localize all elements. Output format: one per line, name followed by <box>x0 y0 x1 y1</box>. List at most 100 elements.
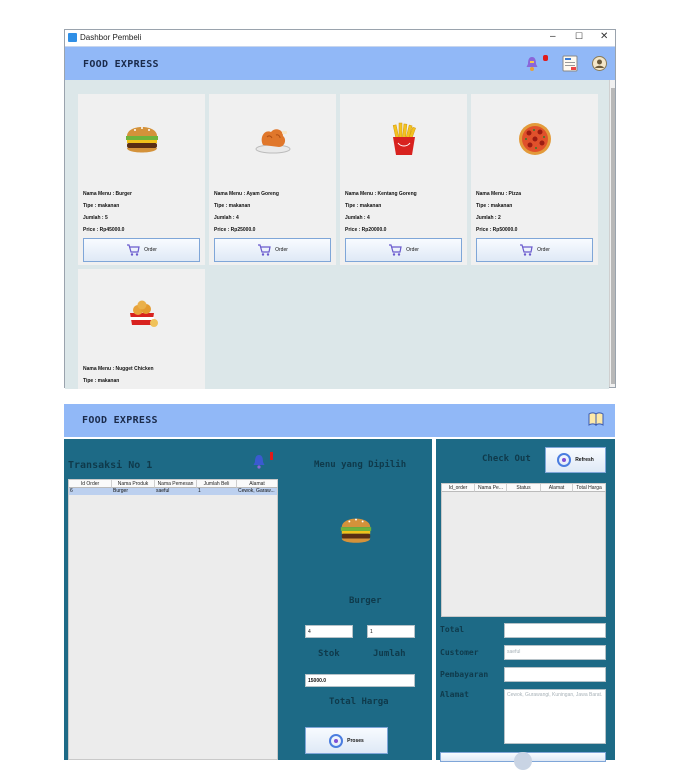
vertical-scrollbar[interactable] <box>609 80 615 387</box>
table-cell: 1 <box>198 488 201 494</box>
card-name: Nama Menu : Ayam Goreng <box>214 191 279 197</box>
window-title: Dashbor Pembeli <box>80 33 142 42</box>
column-header[interactable]: Status <box>507 484 541 492</box>
notification-badge <box>543 55 548 61</box>
alamat-field[interactable]: Cewok, Gurawangi, Kuningan, Jawa Barat. <box>504 689 606 744</box>
column-header[interactable]: Id Order <box>69 480 112 488</box>
selected-menu-name: Burger <box>349 596 382 606</box>
nuggets-image <box>78 269 205 359</box>
checkout-panel: Check Out Refresh Id_order Nama Pe... St… <box>436 439 615 770</box>
notification-bell-icon[interactable] <box>252 454 266 469</box>
menu-card-pizza: Nama Menu : Pizza Tipe : makanan Jumlah … <box>471 94 598 265</box>
cart-icon <box>257 244 271 256</box>
cart-icon <box>519 244 533 256</box>
column-header[interactable]: Alamat <box>541 484 573 492</box>
column-header[interactable]: Nama Pe... <box>475 484 507 492</box>
burger-image <box>338 512 374 548</box>
card-tipe: Tipe : makanan <box>476 203 513 209</box>
order-window: FOOD EXPRESS Transaksi No 1 Id Order Nam… <box>64 404 615 770</box>
transaksi-table[interactable]: Id Order Nama Produk Nama Pemesan Jumlah… <box>68 479 278 760</box>
card-name: Nama Menu : Kentang Goreng <box>345 191 417 197</box>
process-icon <box>329 733 344 748</box>
column-header[interactable]: Nama Produk <box>112 480 155 488</box>
app-header: FOOD EXPRESS <box>64 404 615 437</box>
menu-title: Menu yang Dipilih <box>314 460 407 470</box>
order-label: Order <box>275 247 288 253</box>
card-jumlah: Jumlah : 4 <box>345 215 370 221</box>
fried-chicken-image <box>209 94 336 184</box>
burger-image <box>78 94 205 184</box>
card-tipe: Tipe : makanan <box>83 378 120 384</box>
french-fries-image <box>340 94 467 184</box>
close-button[interactable]: ✕ <box>600 31 608 42</box>
card-name: Nama Menu : Nugget Chicken <box>83 366 154 372</box>
column-header[interactable]: Jumlah Beli <box>197 480 237 488</box>
notification-bell-icon[interactable] <box>525 56 539 72</box>
card-price: Price : Rp45000.0 <box>83 227 125 233</box>
checkout-icon <box>514 752 532 770</box>
card-jumlah: Jumlah : 5 <box>83 215 108 221</box>
dashboard-window: Dashbor Pembeli – ☐ ✕ FOOD EXPRESS Nama … <box>64 29 616 389</box>
proses-button[interactable]: Proses <box>305 727 388 754</box>
stok-label: Stok <box>318 649 340 659</box>
column-header[interactable]: Nama Pemesan <box>155 480 197 488</box>
order-button[interactable]: Order <box>345 238 462 262</box>
order-button[interactable]: Order <box>83 238 200 262</box>
brand-title: FOOD EXPRESS <box>82 415 158 426</box>
menu-card-nugget-chicken: Nama Menu : Nugget Chicken Tipe : makana… <box>78 269 205 389</box>
card-name: Nama Menu : Burger <box>83 191 132 197</box>
transaksi-panel: Transaksi No 1 Id Order Nama Produk Nama… <box>64 439 282 760</box>
selected-menu-panel: Menu yang Dipilih Burger 4 1 Stok Jumlah… <box>282 439 432 760</box>
book-icon[interactable] <box>588 412 604 427</box>
scrollbar-thumb[interactable] <box>611 88 615 384</box>
card-price: Price : Rp50000.0 <box>476 227 518 233</box>
table-cell: Burger <box>113 488 129 494</box>
order-button[interactable]: Order <box>476 238 593 262</box>
brand-title: FOOD EXPRESS <box>83 59 159 70</box>
checkout-title: Check Out <box>482 454 531 464</box>
card-tipe: Tipe : makanan <box>214 203 251 209</box>
total-field[interactable] <box>504 623 606 638</box>
card-jumlah: Jumlah : 2 <box>476 215 501 221</box>
checkout-table[interactable]: Id_order Nama Pe... Status Alamat Total … <box>441 483 606 617</box>
menu-card-ayam-goreng: Nama Menu : Ayam Goreng Tipe : makanan J… <box>209 94 336 265</box>
jumlah-field[interactable]: 1 <box>367 625 415 638</box>
app-icon <box>68 33 77 42</box>
checkout-button[interactable] <box>440 752 606 770</box>
refresh-button[interactable]: Refresh <box>545 447 606 473</box>
title-bar: Dashbor Pembeli – ☐ ✕ <box>65 30 615 46</box>
pizza-image <box>471 94 598 184</box>
card-tipe: Tipe : makanan <box>345 203 382 209</box>
maximize-button[interactable]: ☐ <box>575 31 583 42</box>
profile-icon[interactable] <box>592 56 607 71</box>
table-cell: Cewok, Garaw... <box>238 488 275 494</box>
alamat-label: Alamat <box>440 690 469 699</box>
card-jumlah: Jumlah : 4 <box>214 215 239 221</box>
table-cell: 6 <box>70 488 73 494</box>
order-label: Order <box>406 247 419 253</box>
menu-grid: Nama Menu : Burger Tipe : makanan Jumlah… <box>65 80 609 389</box>
total-harga-label: Total Harga <box>329 697 389 707</box>
column-header[interactable]: Total Harga <box>573 484 606 492</box>
cart-icon <box>126 244 140 256</box>
refresh-label: Refresh <box>575 457 594 463</box>
refresh-icon <box>557 453 572 467</box>
card-price: Price : Rp25000.0 <box>214 227 256 233</box>
transaksi-title: Transaksi No 1 <box>68 460 153 471</box>
total-harga-field[interactable]: 15000.0 <box>305 674 415 687</box>
card-name: Nama Menu : Pizza <box>476 191 522 197</box>
minimize-button[interactable]: – <box>550 31 556 42</box>
stok-field[interactable]: 4 <box>305 625 353 638</box>
column-header[interactable]: Alamat <box>237 480 278 488</box>
order-label: Order <box>537 247 550 253</box>
menu-card-burger: Nama Menu : Burger Tipe : makanan Jumlah… <box>78 94 205 265</box>
total-label: Total <box>440 625 465 634</box>
column-header[interactable]: Id_order <box>442 484 475 492</box>
pembayaran-field[interactable] <box>504 667 606 682</box>
customer-field[interactable]: saeful <box>504 645 606 660</box>
card-price: Price : Rp20000.0 <box>345 227 387 233</box>
table-cell: saeful <box>156 488 170 494</box>
receipt-icon[interactable] <box>562 55 578 72</box>
notification-badge <box>270 452 273 460</box>
order-button[interactable]: Order <box>214 238 331 262</box>
